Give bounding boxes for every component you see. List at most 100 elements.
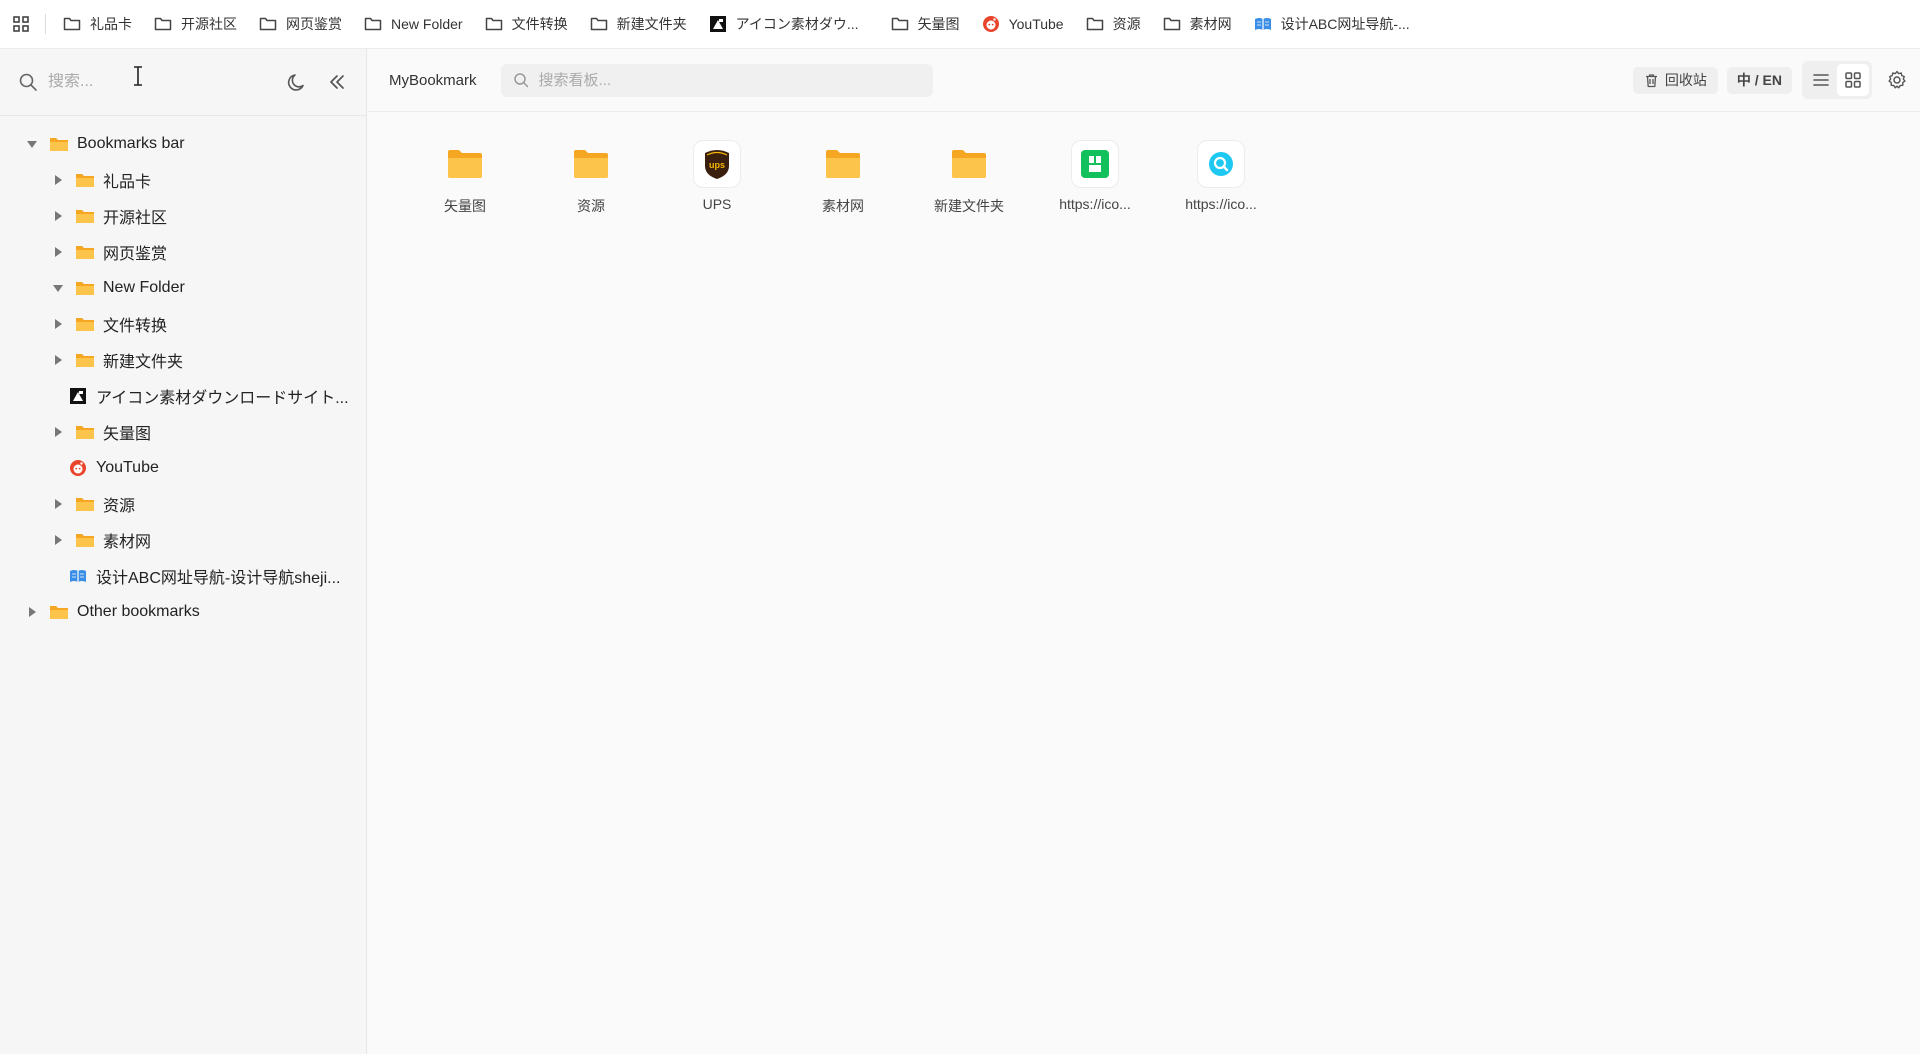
caret-down-icon[interactable] bbox=[51, 281, 65, 295]
caret-right-icon[interactable] bbox=[51, 209, 65, 223]
tree-node-folder[interactable]: 开源社区 bbox=[0, 198, 366, 234]
folder-icon bbox=[49, 604, 69, 620]
moon-icon[interactable] bbox=[286, 71, 308, 93]
book-favicon bbox=[1253, 14, 1273, 34]
tree-node-folder[interactable]: 矢量图 bbox=[0, 414, 366, 450]
folder-icon bbox=[62, 14, 82, 34]
bookmark-bar-item-ziyuan[interactable]: 资源 bbox=[1085, 14, 1141, 34]
tree-label: アイコン素材ダウンロードサイト... bbox=[96, 390, 349, 407]
bookmark-bar-label: 礼品卡 bbox=[90, 16, 132, 32]
grid-item-label: UPS bbox=[702, 196, 732, 212]
caret-down-icon[interactable] bbox=[25, 137, 39, 151]
toolbar-divider bbox=[45, 14, 46, 34]
grid-item-folder[interactable]: 矢量图 bbox=[402, 140, 528, 216]
tree-label: 开源社区 bbox=[103, 210, 168, 227]
bookmark-bar-item-shiliang[interactable]: 矢量图 bbox=[890, 14, 960, 34]
tree-label: Other bookmarks bbox=[77, 603, 200, 620]
grid-item-label: https://ico... bbox=[1059, 196, 1131, 212]
grid-item-folder[interactable]: 新建文件夹 bbox=[906, 140, 1032, 216]
caret-right-icon[interactable] bbox=[51, 425, 65, 439]
apps-grid-icon[interactable] bbox=[11, 14, 31, 34]
sidebar-search-input[interactable] bbox=[48, 73, 248, 91]
bookmark-bar-label: 文件转换 bbox=[511, 16, 568, 32]
caret-right-icon[interactable] bbox=[51, 173, 65, 187]
bookmark-tree: Bookmarks bar 礼品卡 开源社区 网页鉴赏 New Folder 文… bbox=[0, 116, 366, 630]
caret-right-icon[interactable] bbox=[25, 605, 39, 619]
tree-label: 网页鉴赏 bbox=[103, 246, 168, 263]
bookmark-grid: 矢量图 资源 ups UPS 素材网 新建文件夹 https://ico... bbox=[402, 140, 1284, 216]
app-title: MyBookmark bbox=[389, 71, 477, 89]
tree-node-folder[interactable]: 网页鉴赏 bbox=[0, 234, 366, 270]
bookmark-bar-item-wenjian[interactable]: 文件转换 bbox=[484, 14, 568, 34]
folder-icon bbox=[945, 140, 993, 188]
caret-right-icon[interactable] bbox=[51, 497, 65, 511]
bookmark-bar-item-kaiyuan[interactable]: 开源社区 bbox=[153, 14, 237, 34]
bookmark-bar-label: 设计ABC网址导航-... bbox=[1280, 16, 1410, 32]
folder-icon bbox=[75, 496, 95, 512]
grid-item-link[interactable]: https://ico... bbox=[1032, 140, 1158, 216]
language-toggle-button[interactable]: 中 / EN bbox=[1726, 66, 1792, 94]
collapse-sidebar-icon[interactable] bbox=[326, 71, 348, 93]
caret-right-icon[interactable] bbox=[51, 317, 65, 331]
search-site-icon bbox=[1197, 140, 1245, 188]
sidebar: Bookmarks bar 礼品卡 开源社区 网页鉴赏 New Folder 文… bbox=[0, 49, 367, 1054]
list-view-button[interactable] bbox=[1805, 64, 1837, 96]
tree-label: 素材网 bbox=[103, 534, 152, 551]
bookmark-bar-label: 开源社区 bbox=[181, 16, 237, 32]
board-search[interactable] bbox=[500, 63, 933, 97]
folder-icon bbox=[75, 208, 95, 224]
grid-item-label: 资源 bbox=[577, 198, 605, 214]
gear-icon[interactable] bbox=[1886, 69, 1908, 91]
bookmark-bar-item-icon-site[interactable]: アイコン素材ダウ... bbox=[708, 14, 859, 34]
bookmark-bar-item-lipinka[interactable]: 礼品卡 bbox=[62, 14, 132, 34]
board-search-input[interactable] bbox=[538, 71, 919, 89]
bookmark-bar-item-wangye[interactable]: 网页鉴赏 bbox=[258, 14, 342, 34]
list-view-icon bbox=[1813, 74, 1829, 86]
grid-item-label: https://ico... bbox=[1185, 196, 1257, 212]
tree-label: Bookmarks bar bbox=[77, 135, 185, 152]
tree-node-folder[interactable]: 新建文件夹 bbox=[0, 342, 366, 378]
sidebar-header bbox=[0, 49, 366, 116]
icon-site-favicon bbox=[708, 14, 728, 34]
folder-icon bbox=[75, 316, 95, 332]
folder-icon bbox=[589, 14, 609, 34]
tree-node-bookmarks-bar[interactable]: Bookmarks bar bbox=[0, 126, 366, 162]
folder-icon bbox=[75, 352, 95, 368]
bookmark-bar-item-xinjian[interactable]: 新建文件夹 bbox=[589, 14, 687, 34]
tree-node-folder[interactable]: 资源 bbox=[0, 486, 366, 522]
caret-right-icon[interactable] bbox=[51, 245, 65, 259]
grid-view-button[interactable] bbox=[1837, 64, 1869, 96]
grid-item-link[interactable]: https://ico... bbox=[1158, 140, 1284, 216]
grid-item-folder[interactable]: 资源 bbox=[528, 140, 654, 216]
bookmark-bar-item-sucai[interactable]: 素材网 bbox=[1162, 14, 1232, 34]
tree-node-other-bookmarks[interactable]: Other bookmarks bbox=[0, 594, 366, 630]
grid-item-link-ups[interactable]: ups UPS bbox=[654, 140, 780, 216]
grid-view-icon bbox=[1845, 72, 1861, 88]
bookmark-bar-item-sheji-abc[interactable]: 设计ABC网址导航-... bbox=[1253, 14, 1410, 34]
tree-node-folder[interactable]: 素材网 bbox=[0, 522, 366, 558]
bookmark-bar-label: 网页鉴赏 bbox=[286, 16, 342, 32]
search-icon bbox=[18, 72, 38, 92]
bookmark-bar-item-new-folder[interactable]: New Folder bbox=[363, 14, 463, 34]
tree-label: 礼品卡 bbox=[103, 174, 152, 191]
bookmark-bar-label: New Folder bbox=[391, 16, 463, 32]
tree-node-folder[interactable]: 文件转换 bbox=[0, 306, 366, 342]
tree-label: 资源 bbox=[103, 498, 136, 515]
caret-right-icon[interactable] bbox=[51, 353, 65, 367]
folder-icon bbox=[1085, 14, 1105, 34]
tree-label: 文件转换 bbox=[103, 318, 168, 335]
tree-node-link[interactable]: 设计ABC网址导航-设计导航sheji... bbox=[0, 558, 366, 594]
tree-label: 设计ABC网址导航-设计导航sheji... bbox=[96, 570, 341, 587]
grid-item-folder[interactable]: 素材网 bbox=[780, 140, 906, 216]
grid-item-label: 矢量图 bbox=[444, 198, 486, 214]
grid-item-label: 素材网 bbox=[822, 198, 864, 214]
tree-node-link[interactable]: アイコン素材ダウンロードサイト... bbox=[0, 378, 366, 414]
tree-label: New Folder bbox=[103, 279, 185, 296]
trash-icon bbox=[1644, 73, 1659, 88]
tree-node-folder[interactable]: 礼品卡 bbox=[0, 162, 366, 198]
caret-right-icon[interactable] bbox=[51, 533, 65, 547]
bookmark-bar-item-youtube[interactable]: YouTube bbox=[981, 14, 1064, 34]
tree-node-link[interactable]: YouTube bbox=[0, 450, 366, 486]
tree-node-folder-expanded[interactable]: New Folder bbox=[0, 270, 366, 306]
trash-button[interactable]: 回收站 bbox=[1632, 66, 1718, 94]
